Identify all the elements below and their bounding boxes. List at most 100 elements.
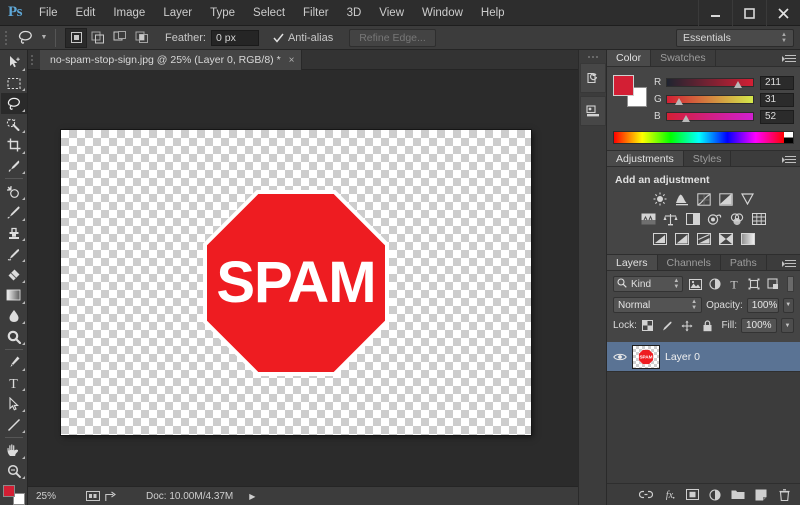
adjustments-panel-menu-icon[interactable] — [782, 154, 796, 165]
layer-thumbnail[interactable]: SPAM — [632, 345, 660, 369]
zoom-level[interactable]: 25% — [28, 491, 84, 502]
lasso-tool-icon[interactable] — [12, 27, 38, 49]
brush-tool[interactable] — [1, 202, 27, 223]
history-panel-icon[interactable] — [580, 63, 606, 93]
history-brush-tool[interactable] — [1, 243, 27, 264]
tool-preset-chevron-icon[interactable]: ▼ — [38, 34, 50, 41]
lock-position-icon[interactable] — [681, 319, 694, 332]
menu-layer[interactable]: Layer — [154, 0, 201, 26]
filter-type-icon[interactable]: T — [726, 276, 742, 292]
red-slider[interactable] — [666, 78, 754, 87]
tab-styles[interactable]: Styles — [684, 151, 732, 166]
document-tab[interactable]: no-spam-stop-sign.jpg @ 25% (Layer 0, RG… — [40, 50, 302, 70]
fill-chevron-icon[interactable]: ▼ — [781, 318, 794, 333]
red-slider-thumb[interactable] — [734, 78, 743, 89]
color-panel-menu-icon[interactable] — [782, 53, 796, 64]
gradient-map-icon[interactable] — [740, 232, 755, 246]
link-layers-icon[interactable] — [639, 488, 653, 502]
invert-icon[interactable] — [652, 232, 667, 246]
black-white-icon[interactable] — [685, 212, 700, 226]
menu-view[interactable]: View — [370, 0, 413, 26]
zoom-tool[interactable] — [1, 461, 27, 482]
menu-select[interactable]: Select — [244, 0, 294, 26]
rectangular-marquee-tool[interactable] — [1, 73, 27, 94]
dodge-tool[interactable] — [1, 326, 27, 347]
color-swatches[interactable] — [613, 75, 647, 107]
tab-layers[interactable]: Layers — [607, 255, 658, 270]
screen-mode-icon[interactable] — [84, 491, 102, 501]
filter-adjustment-icon[interactable] — [707, 276, 723, 292]
menu-image[interactable]: Image — [104, 0, 154, 26]
selection-mode-intersect[interactable] — [131, 28, 153, 48]
move-tool[interactable] — [1, 52, 27, 73]
fill-value[interactable]: 100% — [741, 318, 777, 333]
blue-value[interactable]: 52 — [760, 110, 794, 124]
curves-icon[interactable] — [696, 192, 711, 206]
lock-all-icon[interactable] — [701, 319, 714, 332]
new-group-icon[interactable] — [731, 488, 745, 502]
gradient-tool[interactable] — [1, 285, 27, 306]
feather-input[interactable]: 0 px — [211, 30, 259, 46]
photo-filter-icon[interactable] — [707, 212, 722, 226]
menu-type[interactable]: Type — [201, 0, 244, 26]
menu-edit[interactable]: Edit — [67, 0, 105, 26]
share-icon[interactable] — [102, 491, 120, 502]
layer-row-0[interactable]: SPAM Layer 0 — [607, 342, 800, 372]
refine-edge-button[interactable]: Refine Edge... — [349, 29, 436, 47]
horizontal-type-tool[interactable]: T — [1, 373, 27, 394]
selective-color-icon[interactable] — [718, 232, 733, 246]
menu-window[interactable]: Window — [413, 0, 472, 26]
filter-pixel-icon[interactable] — [687, 276, 703, 292]
foreground-color-swatch[interactable] — [3, 485, 15, 497]
layers-list[interactable]: SPAM Layer 0 — [607, 342, 800, 483]
channel-mixer-icon[interactable] — [729, 212, 744, 226]
tab-adjustments[interactable]: Adjustments — [607, 151, 684, 166]
tab-color[interactable]: Color — [607, 50, 651, 66]
green-slider[interactable] — [666, 95, 754, 104]
blur-tool[interactable] — [1, 306, 27, 327]
spectrum-white-black[interactable] — [784, 132, 793, 143]
lasso-tool[interactable] — [1, 93, 27, 114]
hue-saturation-icon[interactable] — [641, 212, 656, 226]
brightness-contrast-icon[interactable] — [652, 192, 667, 206]
menu-filter[interactable]: Filter — [294, 0, 338, 26]
line-shape-tool[interactable] — [1, 414, 27, 435]
toolbar-color-swatches[interactable] — [3, 485, 25, 505]
filter-smart-object-icon[interactable] — [766, 276, 782, 292]
menu-file[interactable]: File — [30, 0, 67, 26]
quick-selection-tool[interactable] — [1, 114, 27, 135]
add-layer-mask-icon[interactable] — [685, 488, 699, 502]
color-spectrum-ramp[interactable] — [613, 131, 794, 144]
menu-help[interactable]: Help — [472, 0, 514, 26]
green-slider-thumb[interactable] — [675, 95, 684, 106]
selection-mode-subtract[interactable] — [109, 28, 131, 48]
properties-panel-icon[interactable] — [580, 96, 606, 126]
posterize-icon[interactable] — [674, 232, 689, 246]
selection-mode-new[interactable] — [65, 28, 87, 48]
status-expand-arrow-icon[interactable]: ▶ — [249, 492, 255, 501]
path-selection-tool[interactable] — [1, 393, 27, 414]
eyedropper-tool[interactable] — [1, 156, 27, 177]
opacity-value[interactable]: 100% — [747, 298, 779, 313]
exposure-icon[interactable] — [718, 192, 733, 206]
delete-layer-icon[interactable] — [777, 488, 791, 502]
opacity-chevron-icon[interactable]: ▼ — [783, 298, 794, 313]
blend-mode-select[interactable]: Normal ▲▼ — [613, 297, 702, 313]
minimize-button[interactable] — [698, 0, 732, 26]
layer-style-icon[interactable]: fx — [662, 488, 676, 502]
tab-channels[interactable]: Channels — [658, 255, 721, 270]
filter-shape-icon[interactable] — [746, 276, 762, 292]
workspace-selector[interactable]: Essentials ▲▼ — [676, 29, 794, 47]
close-icon[interactable]: × — [289, 55, 295, 66]
red-value[interactable]: 211 — [760, 76, 794, 90]
threshold-icon[interactable] — [696, 232, 711, 246]
layers-panel-menu-icon[interactable] — [782, 258, 796, 269]
spot-healing-brush-tool[interactable] — [1, 181, 27, 202]
antialias-checkbox[interactable]: Anti-alias — [273, 32, 333, 44]
color-lookup-icon[interactable] — [751, 212, 766, 226]
spectrum-gradient[interactable] — [614, 132, 784, 143]
rail-grip[interactable] — [579, 54, 606, 60]
maximize-button[interactable] — [732, 0, 766, 26]
blue-slider-thumb[interactable] — [682, 112, 691, 123]
eraser-tool[interactable] — [1, 264, 27, 285]
